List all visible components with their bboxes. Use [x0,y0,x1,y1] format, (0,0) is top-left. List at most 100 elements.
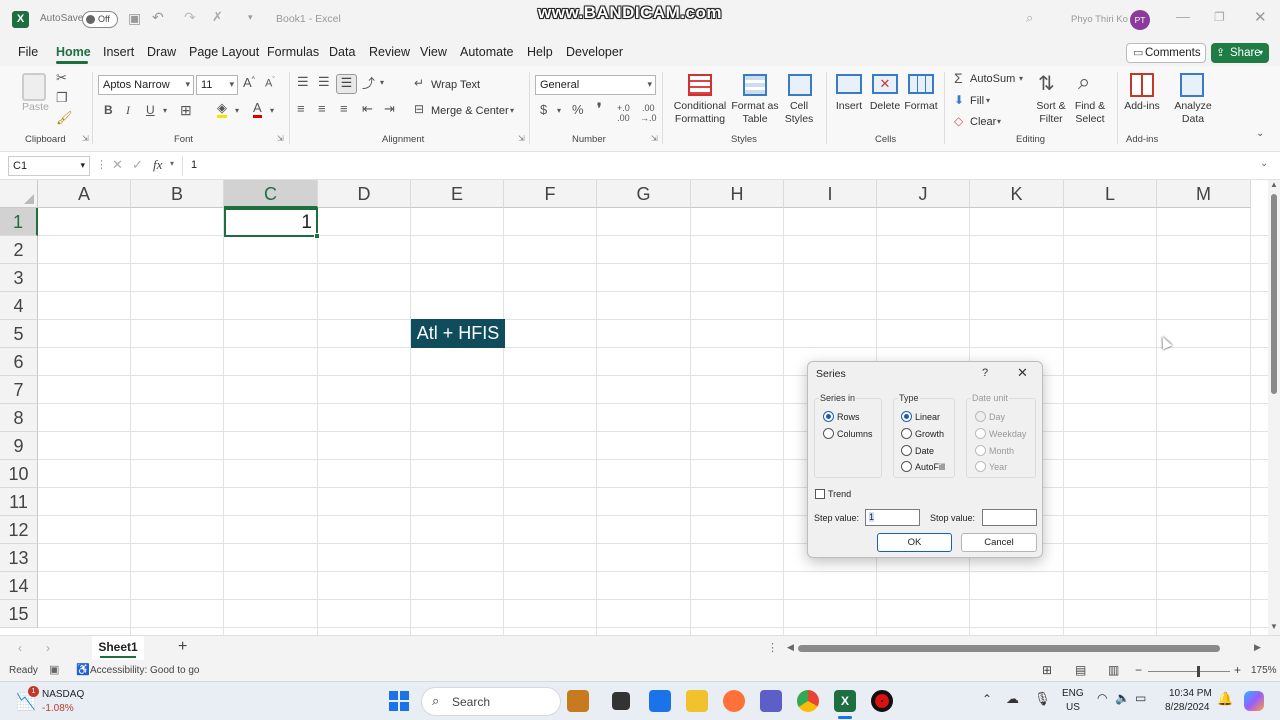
save-icon[interactable]: ▣ [128,10,141,27]
column-header-d[interactable]: D [318,180,411,208]
underline-dropdown-icon[interactable]: ▾ [163,106,167,115]
notification-bell-icon[interactable]: 🔔 [1217,691,1233,707]
autosum-button[interactable]: AutoSum [970,73,1015,86]
fill-dropdown-icon[interactable]: ▾ [986,96,990,105]
trend-checkbox[interactable] [815,489,825,499]
delete-cells-icon[interactable]: ✕ [872,74,898,94]
row-header-5[interactable]: 5 [0,320,38,348]
close-window-icon[interactable]: ✕ [1254,8,1267,26]
sort-filter-button[interactable]: Sort & Filter [1033,100,1069,126]
align-center-icon[interactable]: ≡ [318,101,326,116]
format-cells-button[interactable]: Format [902,100,940,113]
clock-date[interactable]: 8/28/2024 [1165,702,1210,713]
cancel-button[interactable]: Cancel [961,533,1037,552]
macro-record-icon[interactable]: ▣ [49,663,59,676]
borders-dropdown-icon[interactable]: ▾ [235,106,239,115]
scroll-right-icon[interactable]: ▶ [1254,642,1261,653]
scroll-left-icon[interactable]: ◀ [787,642,794,653]
dialog-help-button[interactable]: ? [982,367,988,379]
vertical-scroll-thumb[interactable] [1271,194,1277,394]
add-sheet-icon[interactable]: + [178,638,187,656]
zoom-in-icon[interactable]: + [1234,663,1241,677]
scroll-up-icon[interactable]: ▲ [1270,180,1278,189]
cell-styles-button[interactable]: Cell Styles [780,100,818,126]
orientation-icon[interactable]: ⤴ [362,73,375,92]
merge-center-icon[interactable]: ⊟ [414,102,424,116]
row-header-10[interactable]: 10 [0,460,38,488]
paste-icon[interactable] [22,73,46,101]
clear-icon[interactable]: ◇ [954,114,963,128]
column-header-b[interactable]: B [131,180,224,208]
orientation-dropdown-icon[interactable]: ▾ [380,78,384,87]
increase-font-icon[interactable]: A^ [243,75,255,90]
increase-decimal-icon[interactable]: +.0.00 [617,103,630,123]
insert-function-dropdown-icon[interactable]: ▾ [170,159,174,168]
tab-page-layout[interactable]: Page Layout [189,45,259,59]
sheet-bar-options-icon[interactable]: ⋮ [767,641,778,654]
merge-dropdown-icon[interactable]: ▾ [510,106,514,115]
underline-icon[interactable]: U [146,103,155,117]
format-as-table-button[interactable]: Format as Table [730,100,780,126]
horizontal-scrollbar[interactable] [798,645,1220,652]
add-ins-button[interactable]: Add-ins [1120,100,1164,113]
confirm-entry-icon[interactable]: ✓ [132,157,143,173]
battery-icon[interactable]: ▭ [1135,691,1146,705]
taskbar-search[interactable]: ⌕ Search [421,687,561,716]
align-left-icon[interactable]: ≡ [297,101,305,116]
insert-cells-button[interactable]: Insert [833,100,865,113]
column-header-m[interactable]: M [1157,180,1251,208]
format-cells-icon[interactable] [908,74,934,94]
undo-icon[interactable]: ↶ [152,9,164,26]
growth-label[interactable]: Growth [915,429,944,439]
sheet-tab-sheet1[interactable]: Sheet1 [92,636,144,660]
autosave-toggle[interactable]: Off [82,11,118,28]
row-header-4[interactable]: 4 [0,292,38,320]
paste-button[interactable]: Paste [22,101,49,114]
step-value-input[interactable]: 1 [865,509,920,526]
date-radio[interactable] [901,445,912,456]
merge-center-button[interactable]: Merge & Center [431,105,509,118]
zoom-slider[interactable] [1148,671,1230,672]
scroll-down-icon[interactable]: ▼ [1270,622,1278,631]
italic-icon[interactable]: I [126,103,130,118]
wrap-text-icon[interactable]: ↵ [414,76,424,90]
comments-button[interactable]: ▭ Comments [1126,43,1206,63]
language-line1[interactable]: ENG [1062,688,1084,699]
search-icon[interactable]: ⌕ [1026,10,1033,26]
format-painter-brush-icon[interactable]: 🖌 [56,110,73,126]
align-bottom-button[interactable]: ☰ [336,74,357,94]
accessibility-status[interactable]: Accessibility: Good to go [90,665,200,676]
row-header-1[interactable]: 1 [0,208,38,236]
fill-handle[interactable] [314,233,320,239]
row-header-6[interactable]: 6 [0,348,38,376]
language-line2[interactable]: US [1066,702,1080,713]
customize-qat-icon[interactable]: ▾ [248,12,253,23]
decrease-indent-icon[interactable]: ⇤ [362,101,373,117]
fill-icon[interactable]: ⬇ [954,93,964,107]
teams-icon[interactable] [760,690,782,712]
tab-data[interactable]: Data [329,45,355,59]
formula-input[interactable]: 1 [191,159,197,171]
column-header-k[interactable]: K [970,180,1064,208]
copy-icon[interactable]: ❐ [56,90,68,106]
trend-label[interactable]: Trend [828,489,851,499]
bandicam-record-icon[interactable] [871,690,893,712]
tab-review[interactable]: Review [369,45,410,59]
add-ins-icon[interactable] [1130,73,1154,97]
column-header-i[interactable]: I [784,180,877,208]
row-header-9[interactable]: 9 [0,432,38,460]
column-header-g[interactable]: G [597,180,691,208]
select-all-corner[interactable] [0,180,38,208]
clear-button[interactable]: Clear [970,116,996,129]
growth-radio[interactable] [901,428,912,439]
tab-home[interactable]: Home [56,45,91,59]
clock-time[interactable]: 10:34 PM [1169,688,1212,699]
zoom-out-icon[interactable]: − [1135,663,1142,677]
worksheet-grid[interactable]: ABCDEFGHIJKLM 1 2 3 4 5 6 7 8 9 10 11 12 13 14 15 1 At… [0,180,1268,635]
format-painter-icon[interactable]: ✗ [212,9,223,25]
windows-start-icon[interactable] [389,691,409,711]
next-sheet-icon[interactable]: › [46,641,50,655]
volume-icon[interactable]: 🔈 [1115,691,1130,705]
autosum-icon[interactable]: Σ [954,70,963,86]
tray-chevron-icon[interactable]: ⌃ [982,692,992,706]
